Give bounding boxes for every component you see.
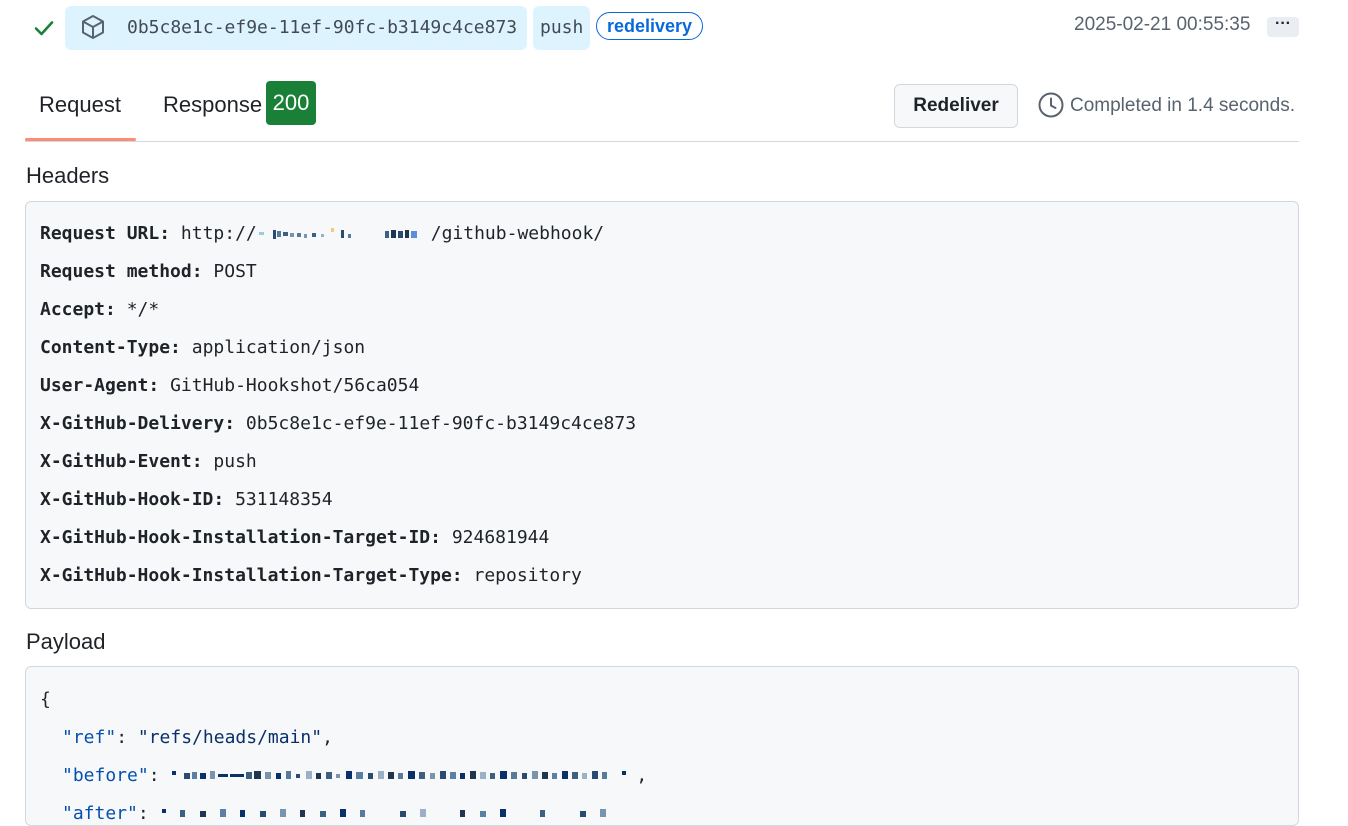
header-value: GitHub-Hookshot/56ca054: [170, 375, 420, 396]
header-value: */*: [126, 299, 160, 320]
tabs-divider: [25, 141, 1299, 142]
package-icon: [82, 15, 104, 39]
header-key: X-GitHub-Event:: [40, 451, 203, 472]
header-value: 0b5c8e1c-ef9e-11ef-90fc-b3149c4ce873: [245, 413, 637, 434]
redacted-host: [258, 228, 417, 239]
header-key: Content-Type:: [40, 337, 181, 358]
headers-title: Headers: [26, 163, 110, 188]
payload-title: Payload: [26, 629, 106, 654]
json-comma: ,: [636, 765, 648, 786]
payload-ref-line: "ref": "refs/heads/main",: [62, 727, 333, 748]
json-colon: :: [116, 727, 138, 748]
header-request-method: Request method: POST: [40, 261, 257, 282]
more-options-button[interactable]: ···: [1267, 16, 1299, 37]
header-user-agent: User-Agent: GitHub-Hookshot/56ca054: [40, 375, 419, 396]
header-value: push: [213, 451, 257, 472]
redeliver-button[interactable]: Redeliver: [894, 84, 1018, 128]
header-request-url: Request URL: http:// /github-webhook/: [40, 223, 604, 244]
tab-response-label: Response: [163, 92, 263, 117]
json-comma: ,: [322, 727, 333, 748]
header-value: application/json: [191, 337, 366, 358]
tab-request[interactable]: Request: [25, 84, 136, 141]
header-value: POST: [213, 261, 257, 282]
payload-box: { "ref": "refs/heads/main", "before": , …: [25, 666, 1299, 826]
completed-text: Completed in 1.4 seconds.: [1070, 95, 1295, 116]
header-key: X-GitHub-Delivery:: [40, 413, 236, 434]
headers-box: Request URL: http:// /github-webhook/ Re…: [25, 201, 1299, 609]
header-accept: Accept: */*: [40, 299, 159, 320]
json-key: "before": [62, 765, 149, 786]
header-key: User-Agent:: [40, 375, 160, 396]
header-hook-id: X-GitHub-Hook-ID: 531148354: [40, 489, 333, 510]
check-icon: [34, 21, 54, 36]
header-key: Request method:: [40, 261, 203, 282]
clock-icon: [1038, 92, 1064, 118]
header-value: 531148354: [235, 489, 333, 510]
json-value: "refs/heads/main": [137, 727, 323, 748]
delivery-guid-chip[interactable]: 0b5c8e1c-ef9e-11ef-90fc-b3149c4ce873: [65, 6, 527, 50]
header-github-event: X-GitHub-Event: push: [40, 451, 257, 472]
delivery-timestamp: 2025-02-21 00:55:35: [1074, 14, 1251, 35]
header-value: http://: [180, 223, 257, 244]
header-value: 924681944: [451, 527, 550, 548]
header-key: X-GitHub-Hook-ID:: [40, 489, 225, 510]
delivery-guid: 0b5c8e1c-ef9e-11ef-90fc-b3149c4ce873: [127, 17, 518, 38]
header-key: X-GitHub-Hook-Installation-Target-ID:: [40, 527, 441, 548]
header-key: Request URL:: [40, 223, 171, 244]
header-content-type: Content-Type: application/json: [40, 337, 365, 358]
header-target-id: X-GitHub-Hook-Installation-Target-ID: 92…: [40, 527, 549, 548]
response-status-badge: 200: [266, 81, 316, 125]
payload-open-brace: {: [40, 689, 51, 710]
header-value: repository: [473, 565, 582, 586]
header-key: Accept:: [40, 299, 116, 320]
payload-before-line: "before": ,: [62, 765, 647, 786]
json-colon: :: [148, 765, 171, 786]
tab-request-label: Request: [39, 92, 121, 117]
event-chip: push: [533, 6, 590, 50]
header-value-suffix: /github-webhook/: [430, 223, 605, 244]
redelivery-badge: redelivery: [596, 12, 703, 40]
header-target-type: X-GitHub-Hook-Installation-Target-Type: …: [40, 565, 582, 586]
event-name: push: [540, 17, 584, 38]
header-github-delivery: X-GitHub-Delivery: 0b5c8e1c-ef9e-11ef-90…: [40, 413, 636, 434]
redacted-before-sha: [172, 771, 627, 779]
header-key: X-GitHub-Hook-Installation-Target-Type:: [40, 565, 463, 586]
redacted-after-sha: [161, 809, 606, 817]
json-key: "ref": [62, 727, 117, 748]
